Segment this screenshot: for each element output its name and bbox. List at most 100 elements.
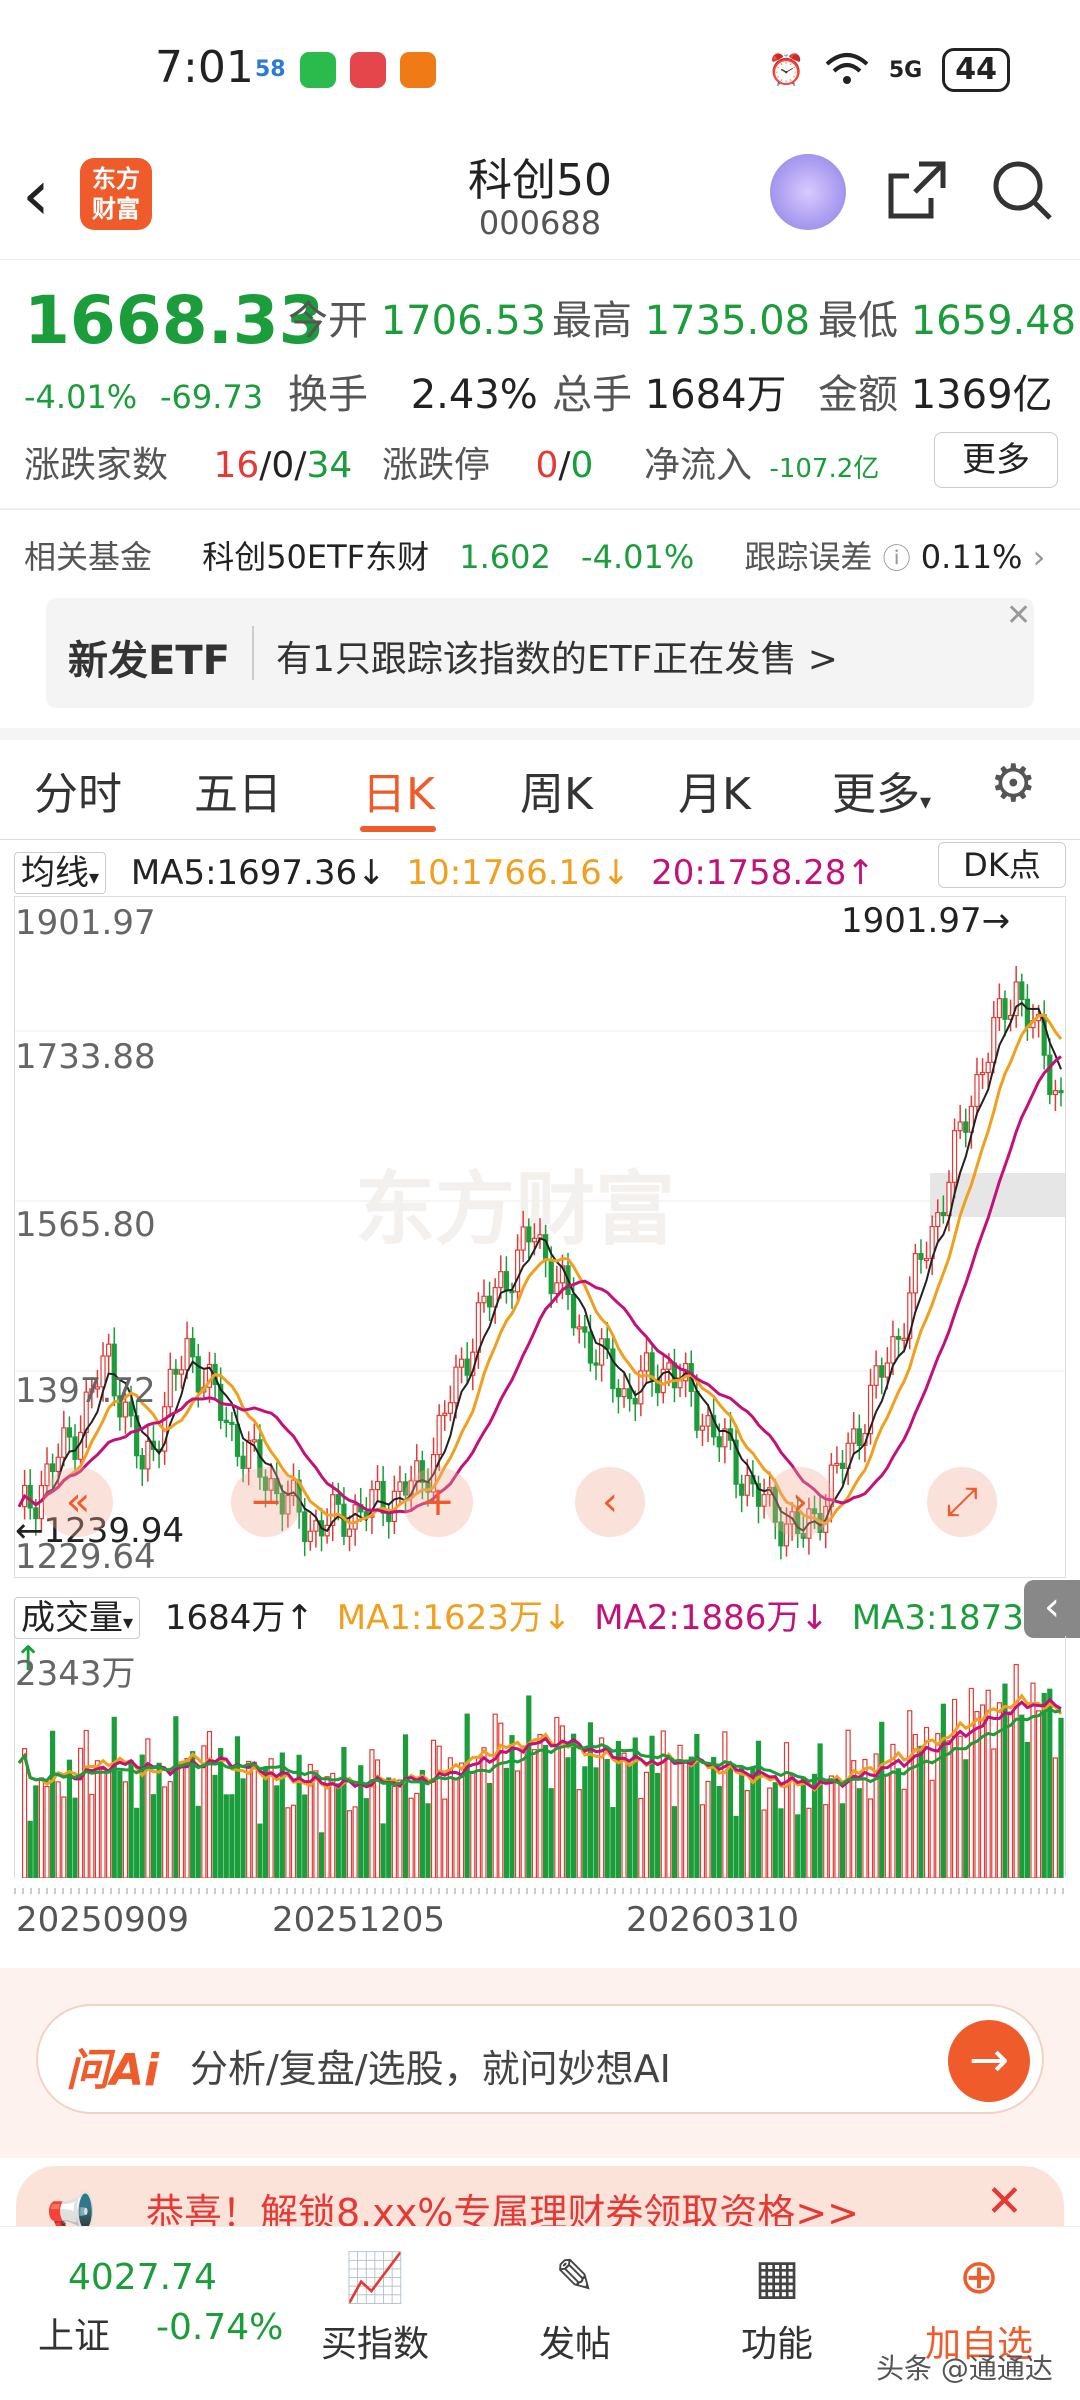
candle-body (1019, 981, 1025, 1000)
share-icon[interactable] (885, 158, 949, 222)
tab-weekly-k[interactable]: 周K (520, 758, 593, 822)
more-button[interactable]: 更多 (934, 432, 1058, 488)
tab-more-label: 更多 (832, 769, 920, 820)
volume-bar (991, 1748, 997, 1878)
arrow-right-icon[interactable]: → (948, 2020, 1030, 2102)
candle-body (374, 1480, 381, 1491)
candle-body (548, 1259, 554, 1295)
candle-body (593, 1362, 599, 1366)
scroll-left-fast-icon[interactable]: « (43, 1467, 113, 1537)
candle-body (599, 1338, 605, 1366)
scroll-right-icon[interactable]: › (765, 1467, 835, 1537)
volume-bar (195, 1805, 201, 1878)
fullscreen-icon[interactable]: ⤢ (927, 1467, 997, 1537)
candle-body (923, 1257, 930, 1262)
close-icon[interactable]: ✕ (1006, 598, 1031, 633)
sh-index-change[interactable]: -0.74% (156, 2307, 283, 2348)
tab-monthly-k[interactable]: 月K (678, 758, 751, 822)
volume-bar (806, 1807, 812, 1878)
low-field: 最低 1659.48 (818, 288, 1076, 346)
volume-bar (234, 1736, 241, 1878)
candle-body (901, 1337, 907, 1341)
candle-body (957, 1121, 963, 1132)
volume-bar (386, 1777, 392, 1878)
related-fund-row[interactable]: 相关基金 科创50ETF东财 1.602 -4.01% 跟踪误差 ⓘ 0.11%… (24, 532, 1045, 578)
volume-bar (363, 1798, 369, 1878)
caret-down-icon: ▾ (89, 865, 100, 889)
volume-bar (901, 1788, 907, 1878)
candle-body (234, 1423, 241, 1457)
high-marker-value: 1901.97 (841, 901, 982, 941)
ai-assistant-icon[interactable] (770, 154, 846, 230)
close-icon[interactable]: ✕ (986, 2176, 1023, 2227)
sh-index-name[interactable]: 上证 (38, 2307, 110, 2359)
candle-body (610, 1348, 616, 1390)
volume-bar (1041, 1692, 1047, 1878)
divider (252, 626, 254, 680)
volume-bar (1013, 1663, 1019, 1878)
candle-body (632, 1397, 638, 1405)
volume-bar (593, 1767, 599, 1878)
candle-body (1002, 998, 1008, 1020)
nav-buy-index[interactable]: 📈 买指数 (300, 2249, 450, 2367)
candle-body (514, 1249, 521, 1293)
time-scrubber[interactable] (14, 1888, 1066, 1894)
volume-bar (503, 1767, 509, 1878)
volume-bar (414, 1792, 420, 1878)
volume-select[interactable]: 成交量▾ (14, 1597, 141, 1639)
candle-body (918, 1252, 924, 1260)
amount-field: 金额 1369亿 (818, 362, 1053, 420)
zoom-out-icon[interactable]: − (231, 1467, 301, 1537)
new-etf-banner[interactable]: 新发ETF 有1只跟踪该指数的ETF正在发售 > ✕ (46, 598, 1034, 708)
fund-name: 科创50ETF东财 (202, 538, 430, 576)
volume-bar (262, 1766, 269, 1878)
volume-bar (257, 1823, 263, 1878)
volume-bar (627, 1764, 633, 1878)
volume-bar (352, 1806, 358, 1878)
candle-body (621, 1388, 627, 1398)
volume-bar (190, 1751, 196, 1878)
candle-body (615, 1387, 622, 1398)
zoom-in-icon[interactable]: + (403, 1467, 473, 1537)
tab-more[interactable]: 更多▾ (832, 758, 931, 822)
nav-functions[interactable]: ▦ 功能 (702, 2249, 852, 2367)
candle-body (55, 1456, 61, 1473)
search-icon[interactable] (990, 158, 1054, 222)
candle-body (543, 1234, 549, 1262)
candle-body (352, 1504, 358, 1530)
current-price: 1668.33 (24, 282, 325, 359)
volume-bar (486, 1782, 493, 1878)
volume-bar (548, 1788, 554, 1878)
dk-point-button[interactable]: DK点 (938, 842, 1066, 888)
volume-bar (638, 1797, 644, 1878)
ai-input[interactable]: 问Ai 分析/复盘/选股，就问妙想AI → (36, 2004, 1044, 2114)
help-icon[interactable]: ⓘ (883, 542, 911, 575)
chart-tabs: 分时 五日 日K 周K 月K 更多▾ ⚙ (0, 730, 1080, 840)
collapse-panel-icon[interactable]: ‹ (1024, 1580, 1080, 1638)
volume-bar (145, 1738, 151, 1878)
volume-bar (251, 1761, 257, 1878)
scroll-left-icon[interactable]: ‹ (575, 1467, 645, 1537)
candle-body (251, 1439, 257, 1443)
tab-intraday[interactable]: 分时 (34, 758, 122, 822)
candle-body (940, 1211, 946, 1217)
volume-bar (178, 1761, 185, 1878)
tab-five-day[interactable]: 五日 (194, 758, 282, 822)
sh-index-value[interactable]: 4027.74 (68, 2257, 217, 2298)
ma-select[interactable]: 均线▾ (14, 852, 107, 894)
turnover-label: 换手 (288, 372, 368, 418)
volume-bar (604, 1758, 610, 1878)
ai-logo: 问Ai (66, 2045, 160, 2096)
date-label-2: 20251205 (272, 1900, 446, 1940)
battery-icon: 44 (942, 48, 1010, 92)
gear-icon[interactable]: ⚙ (990, 754, 1037, 814)
volume-bar (1030, 1682, 1036, 1878)
volume-bar (55, 1781, 61, 1878)
candle-body (739, 1483, 745, 1496)
candle-body (705, 1415, 711, 1427)
kline-chart[interactable]: 东方财富 1901.97 1733.88 1565.80 1397.72 122… (14, 896, 1066, 1578)
nav-post[interactable]: ✎ 发帖 (500, 2249, 650, 2367)
volume-chart[interactable]: 2343万 (14, 1636, 1066, 1878)
tab-daily-k[interactable]: 日K (362, 758, 435, 822)
low-label: 最低 (818, 298, 898, 344)
